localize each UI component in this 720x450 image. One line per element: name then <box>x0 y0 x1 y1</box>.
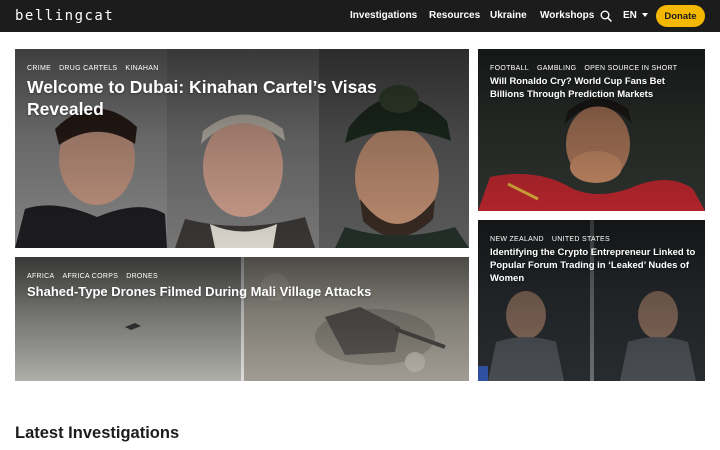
donate-button[interactable]: Donate <box>656 5 705 27</box>
article-title[interactable]: Will Ronaldo Cry? World Cup Fans Bet Bil… <box>490 75 695 101</box>
site-logo[interactable]: bellingcat <box>15 6 114 26</box>
tag-africa[interactable]: AFRICA <box>27 272 54 282</box>
feature-card-drones[interactable]: AFRICA AFRICA CORPS DRONES Shahed-Type D… <box>15 257 469 381</box>
tag-new-zealand[interactable]: NEW ZEALAND <box>490 235 544 245</box>
article-title[interactable]: Welcome to Dubai: Kinahan Cartel’s Visas… <box>27 76 457 120</box>
tag-africa-corps[interactable]: AFRICA CORPS <box>62 272 118 282</box>
tag-list: FOOTBALL GAMBLING OPEN SOURCE IN SHORT <box>490 64 677 74</box>
tag-list: AFRICA AFRICA CORPS DRONES <box>27 272 158 282</box>
nav-resources[interactable]: Resources <box>429 9 480 23</box>
tag-gambling[interactable]: GAMBLING <box>537 64 576 74</box>
nav-ukraine[interactable]: Ukraine <box>490 9 527 23</box>
article-title[interactable]: Identifying the Crypto Entrepreneur Link… <box>490 246 700 285</box>
tag-drones[interactable]: DRONES <box>126 272 158 282</box>
feature-card-ronaldo[interactable]: FOOTBALL GAMBLING OPEN SOURCE IN SHORT W… <box>478 49 705 211</box>
tag-list: NEW ZEALAND UNITED STATES <box>490 235 610 245</box>
tag-united-states[interactable]: UNITED STATES <box>552 235 610 245</box>
tag-open-source-in-short[interactable]: OPEN SOURCE IN SHORT <box>584 64 677 74</box>
search-icon[interactable] <box>600 10 612 22</box>
language-selector[interactable]: EN <box>623 9 637 23</box>
tag-kinahan[interactable]: KINAHAN <box>125 64 158 74</box>
article-title[interactable]: Shahed-Type Drones Filmed During Mali Vi… <box>27 284 457 300</box>
tag-crime[interactable]: CRIME <box>27 64 51 74</box>
tag-list: CRIME DRUG CARTELS KINAHAN <box>27 64 159 74</box>
feature-card-crypto[interactable]: NEW ZEALAND UNITED STATES Identifying th… <box>478 220 705 381</box>
chevron-down-icon[interactable] <box>642 13 648 17</box>
feature-card-kinahan[interactable]: CRIME DRUG CARTELS KINAHAN Welcome to Du… <box>15 49 469 248</box>
tag-football[interactable]: FOOTBALL <box>490 64 529 74</box>
nav-investigations[interactable]: Investigations <box>350 9 417 23</box>
site-header: bellingcat Investigations Resources Ukra… <box>0 0 720 32</box>
nav-workshops[interactable]: Workshops <box>540 9 594 23</box>
tag-drug-cartels[interactable]: DRUG CARTELS <box>59 64 117 74</box>
latest-investigations-heading: Latest Investigations <box>15 424 180 442</box>
